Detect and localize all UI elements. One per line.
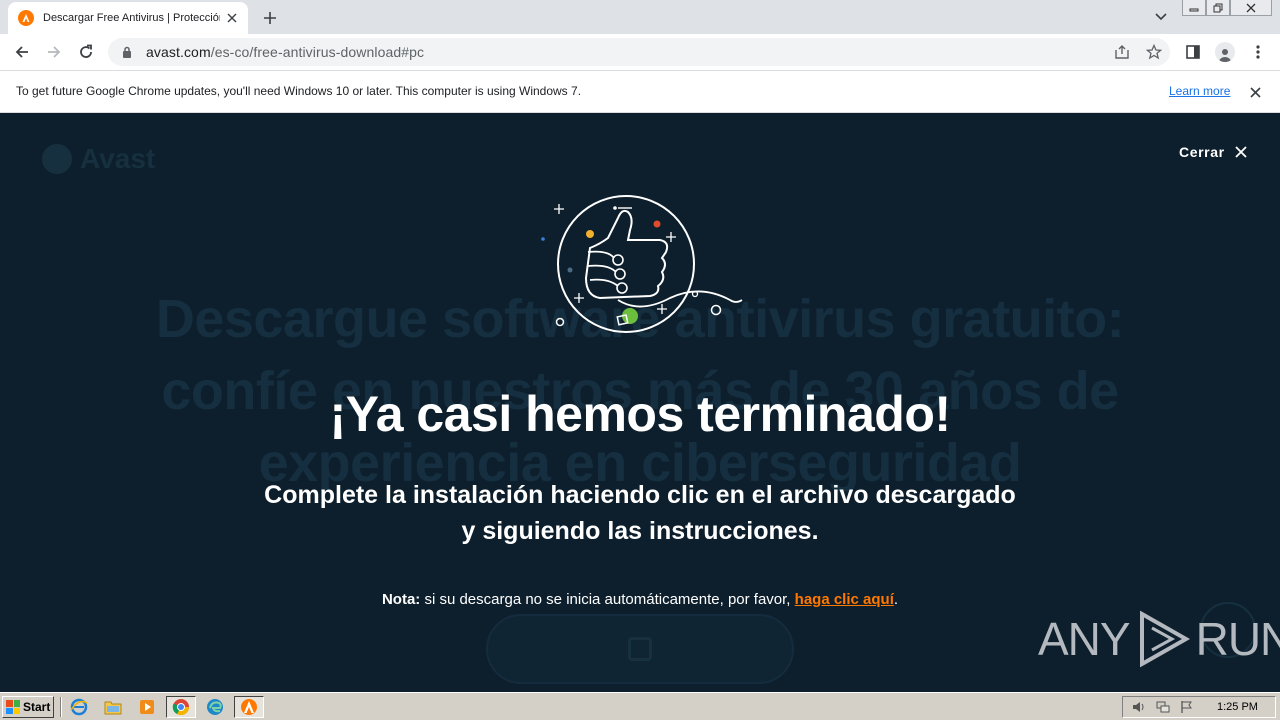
- windows-flag-icon: [6, 700, 20, 714]
- lock-icon[interactable]: [120, 45, 134, 59]
- close-window-button[interactable]: [1230, 0, 1272, 16]
- note-end: .: [893, 591, 899, 608]
- address-bar[interactable]: avast.com/es-co/free-antivirus-download#…: [108, 38, 1170, 66]
- start-label: Start: [23, 700, 51, 714]
- learn-more-link[interactable]: Learn more: [1169, 84, 1230, 98]
- tab-search-chevron-icon[interactable]: [1150, 6, 1172, 28]
- overlay-subtitle-line2: y siguiendo las instrucciones.: [461, 517, 819, 545]
- bookmark-star-icon[interactable]: [1144, 42, 1164, 62]
- thumbs-up-illustration: [541, 195, 743, 333]
- avast-icon[interactable]: [234, 696, 264, 718]
- close-overlay-button[interactable]: Cerrar: [1179, 144, 1247, 160]
- tab-title: Descargar Free Antivirus | Protección: [43, 12, 220, 24]
- windows-taskbar: Start 1:25 PM: [0, 692, 1280, 720]
- update-infobar: To get future Google Chrome updates, you…: [0, 71, 1280, 113]
- anyrun-watermark-left: ANY: [1038, 613, 1131, 665]
- anyrun-play-icon: [1139, 610, 1190, 668]
- background-download-button: [486, 614, 794, 684]
- share-icon[interactable]: [1112, 42, 1132, 62]
- forward-arrow-icon[interactable]: [41, 39, 67, 65]
- browser-tab[interactable]: Descargar Free Antivirus | Protección: [8, 2, 248, 34]
- avast-logo-dimmed: Avast: [42, 143, 155, 175]
- tab-close-icon[interactable]: [224, 10, 240, 26]
- ie-icon[interactable]: [64, 696, 94, 718]
- infobar-close-icon[interactable]: [1247, 84, 1263, 100]
- page-viewport: Avast Descargue software antivirus gratu…: [0, 113, 1280, 692]
- anyrun-watermark: ANY RUN: [1038, 608, 1280, 670]
- system-tray: 1:25 PM: [1122, 696, 1276, 718]
- infobar-message: To get future Google Chrome updates, you…: [16, 84, 582, 98]
- url-host: avast.com: [146, 44, 211, 60]
- overlay-subtitle-line1: Complete la instalación haciendo clic en…: [264, 481, 1016, 509]
- overlay-subtitle: Complete la instalación haciendo clic en…: [0, 477, 1280, 549]
- action-center-flag-icon[interactable]: [1179, 699, 1195, 715]
- new-tab-button[interactable]: [258, 6, 282, 30]
- anyrun-watermark-right: RUN: [1195, 613, 1280, 665]
- media-player-icon[interactable]: [132, 696, 162, 718]
- tab-strip: Descargar Free Antivirus | Protección: [0, 0, 1280, 34]
- window-controls: [1182, 0, 1272, 18]
- network-icon[interactable]: [1155, 699, 1171, 715]
- volume-icon[interactable]: [1131, 699, 1147, 715]
- reload-icon[interactable]: [73, 39, 99, 65]
- browser-toolbar: avast.com/es-co/free-antivirus-download#…: [0, 34, 1280, 71]
- menu-kebab-icon[interactable]: [1245, 39, 1271, 65]
- manual-download-link[interactable]: haga clic aquí: [795, 591, 894, 608]
- note-text: si su descarga no se inicia automáticame…: [420, 591, 795, 608]
- edge-icon[interactable]: [200, 696, 230, 718]
- minimize-button[interactable]: [1182, 0, 1206, 16]
- taskbar-clock[interactable]: 1:25 PM: [1217, 701, 1258, 713]
- restore-button[interactable]: [1206, 0, 1230, 16]
- side-panel-icon[interactable]: [1180, 39, 1206, 65]
- note-label: Nota:: [381, 591, 421, 608]
- overlay-title: ¡Ya casi hemos terminado!: [329, 386, 951, 442]
- avast-favicon-icon: [18, 10, 34, 26]
- url-path: /es-co/free-antivirus-download#pc: [210, 44, 425, 60]
- close-overlay-label: Cerrar: [1179, 144, 1225, 160]
- taskbar-separator: [60, 697, 62, 717]
- start-button[interactable]: Start: [2, 696, 54, 718]
- explorer-icon[interactable]: [98, 696, 128, 718]
- chrome-icon[interactable]: [166, 696, 196, 718]
- url-text: avast.com/es-co/free-antivirus-download#…: [146, 44, 424, 60]
- overlay-note: Nota: si su descarga no se inicia automá…: [0, 591, 1280, 608]
- profile-avatar-icon[interactable]: [1212, 39, 1238, 65]
- back-arrow-icon[interactable]: [9, 39, 35, 65]
- close-x-icon: [1235, 146, 1247, 158]
